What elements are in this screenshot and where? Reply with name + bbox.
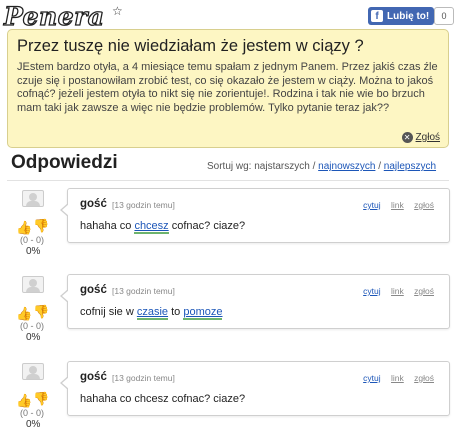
facebook-like-button[interactable]: f Lubię to! bbox=[368, 7, 435, 25]
thumbs-down-icon[interactable]: 👎 bbox=[33, 391, 49, 407]
answer-item: 👍 👎 (0 - 0) 0% gość [13 godzin temu] cyt… bbox=[0, 274, 460, 356]
thumbs-down-icon[interactable]: 👎 bbox=[33, 304, 49, 320]
answer-bubble: gość [13 godzin temu] cytuj link zgłoś h… bbox=[60, 188, 450, 243]
answer-text: cofnij sie w czasie to pomoze bbox=[80, 306, 223, 320]
sort-best-link[interactable]: najlepszych bbox=[384, 161, 436, 172]
answer-actions: cytuj link zgłoś bbox=[363, 200, 434, 210]
answer-actions: cytuj link zgłoś bbox=[363, 373, 434, 383]
answer-text: hahaha co chcesz cofnac? ciaze? bbox=[80, 220, 246, 234]
answer-item: 👍 👎 (0 - 0) 0% gość [13 godzin temu] cyt… bbox=[0, 188, 460, 270]
question-title: Przez tuszę nie wiedziałam że jestem w c… bbox=[17, 37, 364, 55]
quote-link[interactable]: cytuj bbox=[363, 373, 380, 383]
divider bbox=[7, 180, 449, 181]
sort-label: Sortuj wg: najstarszych / bbox=[207, 161, 316, 172]
thumbs-up-icon[interactable]: 👍 bbox=[16, 393, 32, 409]
avatar bbox=[22, 363, 44, 380]
star-icon: ☆ bbox=[112, 4, 123, 18]
answer-text-part: to bbox=[168, 306, 184, 318]
vote-score: (0 - 0) bbox=[20, 321, 45, 331]
answer-text: hahaha co chcesz cofnac? ciaze? bbox=[80, 393, 246, 405]
answer-bubble: gość [13 godzin temu] cytuj link zgłoś c… bbox=[60, 274, 450, 329]
avatar bbox=[22, 276, 44, 293]
answer-time: [13 godzin temu] bbox=[112, 373, 175, 383]
answer-text-part: cofnij sie w bbox=[80, 306, 137, 318]
answer-text-part: hahaha co bbox=[80, 220, 135, 232]
question-report-button[interactable]: ✕ Zgłoś bbox=[401, 132, 440, 143]
answer-time: [13 godzin temu] bbox=[112, 286, 175, 296]
answer-time: [13 godzin temu] bbox=[112, 200, 175, 210]
question-box: Przez tuszę nie wiedziałam że jestem w c… bbox=[7, 29, 449, 148]
answer-text-part: cofnac? ciaze? bbox=[168, 220, 246, 232]
sort-newest-link[interactable]: najnowszych bbox=[318, 161, 375, 172]
permalink[interactable]: link bbox=[391, 200, 404, 210]
thumbs-down-icon[interactable]: 👎 bbox=[33, 218, 49, 234]
keyword-link[interactable]: chcesz bbox=[134, 220, 169, 234]
question-body: JEstem bardzo otyła, a 4 miesiące temu s… bbox=[17, 61, 438, 114]
sort-options: Sortuj wg: najstarszych / najnowszych / … bbox=[207, 161, 436, 172]
thumbs-up-icon[interactable]: 👍 bbox=[16, 220, 32, 236]
vote-score: (0 - 0) bbox=[20, 235, 45, 245]
report-link[interactable]: zgłoś bbox=[414, 373, 434, 383]
close-circle-icon: ✕ bbox=[401, 132, 413, 143]
answer-bubble: gość [13 godzin temu] cytuj link zgłoś h… bbox=[60, 361, 450, 416]
facebook-like-label: Lubię to! bbox=[387, 10, 430, 22]
report-label: Zgłoś bbox=[415, 132, 440, 143]
answer-author: gość bbox=[80, 371, 107, 383]
vote-score: (0 - 0) bbox=[20, 408, 45, 418]
site-logo[interactable]: Penera ☆ bbox=[3, 1, 122, 32]
permalink[interactable]: link bbox=[391, 286, 404, 296]
thumbs-up-icon[interactable]: 👍 bbox=[16, 306, 32, 322]
report-link[interactable]: zgłoś bbox=[414, 200, 434, 210]
answer-author: gość bbox=[80, 284, 107, 296]
permalink[interactable]: link bbox=[391, 373, 404, 383]
answer-actions: cytuj link zgłoś bbox=[363, 286, 434, 296]
keyword-link[interactable]: pomoze bbox=[183, 306, 223, 320]
quote-link[interactable]: cytuj bbox=[363, 286, 380, 296]
answer-author: gość bbox=[80, 198, 107, 210]
report-link[interactable]: zgłoś bbox=[414, 286, 434, 296]
facebook-icon: f bbox=[371, 10, 383, 22]
vote-percent: 0% bbox=[26, 332, 41, 343]
logo-text: Penera bbox=[3, 1, 105, 31]
vote-percent: 0% bbox=[26, 419, 41, 430]
sort-separator: / bbox=[375, 161, 381, 172]
answer-item: 👍 👎 (0 - 0) 0% gość [13 godzin temu] cyt… bbox=[0, 361, 460, 443]
vote-percent: 0% bbox=[26, 246, 41, 257]
facebook-like-count: 0 bbox=[434, 7, 454, 25]
answers-title: Odpowiedzi bbox=[11, 152, 118, 173]
avatar bbox=[22, 190, 44, 207]
quote-link[interactable]: cytuj bbox=[363, 200, 380, 210]
keyword-link[interactable]: czasie bbox=[136, 306, 169, 320]
